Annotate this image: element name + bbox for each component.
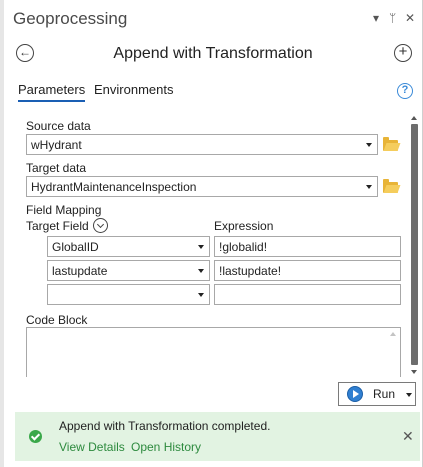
scroll-down-icon[interactable]	[411, 370, 417, 374]
target-data-label: Target data	[26, 161, 87, 175]
target-data-dropdown[interactable]: HydrantMaintenanceInspection	[26, 176, 378, 197]
add-plus-icon[interactable]: +	[394, 44, 412, 62]
browse-folder-icon[interactable]	[383, 179, 398, 193]
tab-parameters[interactable]: Parameters	[18, 82, 86, 102]
dismiss-message-icon[interactable]: ✕	[402, 428, 414, 445]
expression-value: !lastupdate!	[219, 264, 282, 278]
scroll-up-icon[interactable]	[411, 116, 417, 120]
target-field-value: GlobalID	[52, 240, 99, 254]
close-pane-icon[interactable]: ✕	[405, 11, 415, 25]
pane-titlebar: Geoprocessing ▾ ᛘ ✕	[4, 0, 422, 36]
view-details-link[interactable]: View Details	[59, 440, 125, 454]
expression-input[interactable]	[214, 284, 401, 305]
chevron-down-icon	[198, 269, 204, 273]
chevron-down-icon	[366, 143, 372, 147]
open-history-link[interactable]: Open History	[131, 440, 201, 454]
expression-header: Expression	[214, 219, 274, 233]
target-field-header: Target Field	[26, 219, 89, 233]
tool-title: Append with Transformation	[113, 45, 313, 62]
expression-input[interactable]: !lastupdate!	[214, 260, 401, 281]
target-field-dropdown[interactable]: GlobalID	[47, 236, 210, 257]
expression-input[interactable]: !globalid!	[214, 236, 401, 257]
code-block-label: Code Block	[26, 313, 88, 327]
chevron-down-icon	[366, 185, 372, 189]
expand-chevron-icon[interactable]	[93, 218, 108, 233]
code-block-textarea[interactable]	[26, 327, 401, 377]
status-message-text: Append with Transformation completed.	[59, 419, 271, 433]
source-data-label: Source data	[26, 119, 91, 133]
expression-value: !globalid!	[219, 240, 268, 254]
run-button[interactable]: Run	[338, 382, 416, 406]
geoprocessing-pane: Geoprocessing ▾ ᛘ ✕ ← Append with Transf…	[4, 0, 423, 467]
run-options-chevron-icon[interactable]	[406, 393, 412, 397]
source-data-value: wHydrant	[31, 138, 82, 152]
help-icon[interactable]: ?	[397, 83, 413, 99]
chevron-down-icon	[198, 245, 204, 249]
source-data-dropdown[interactable]: wHydrant	[26, 134, 378, 155]
pin-icon[interactable]: ᛘ	[389, 11, 396, 25]
run-label: Run	[373, 387, 396, 401]
success-check-icon	[29, 430, 42, 443]
field-mapping-label: Field Mapping	[26, 203, 102, 217]
pane-menu-icon[interactable]: ▾	[373, 11, 379, 25]
target-field-value: lastupdate	[52, 264, 108, 278]
pane-title: Geoprocessing	[13, 9, 128, 28]
run-play-icon	[347, 386, 363, 402]
target-field-dropdown[interactable]	[47, 284, 210, 305]
target-field-dropdown[interactable]: lastupdate	[47, 260, 210, 281]
scrollbar-thumb[interactable]	[411, 124, 418, 365]
code-block-scroll-up-icon[interactable]	[390, 332, 396, 336]
tab-environments[interactable]: Environments	[94, 82, 173, 97]
chevron-down-icon	[198, 293, 204, 297]
target-data-value: HydrantMaintenanceInspection	[31, 180, 197, 194]
browse-folder-icon[interactable]	[383, 137, 398, 151]
status-message-bar: Append with Transformation completed. Vi…	[15, 412, 420, 461]
